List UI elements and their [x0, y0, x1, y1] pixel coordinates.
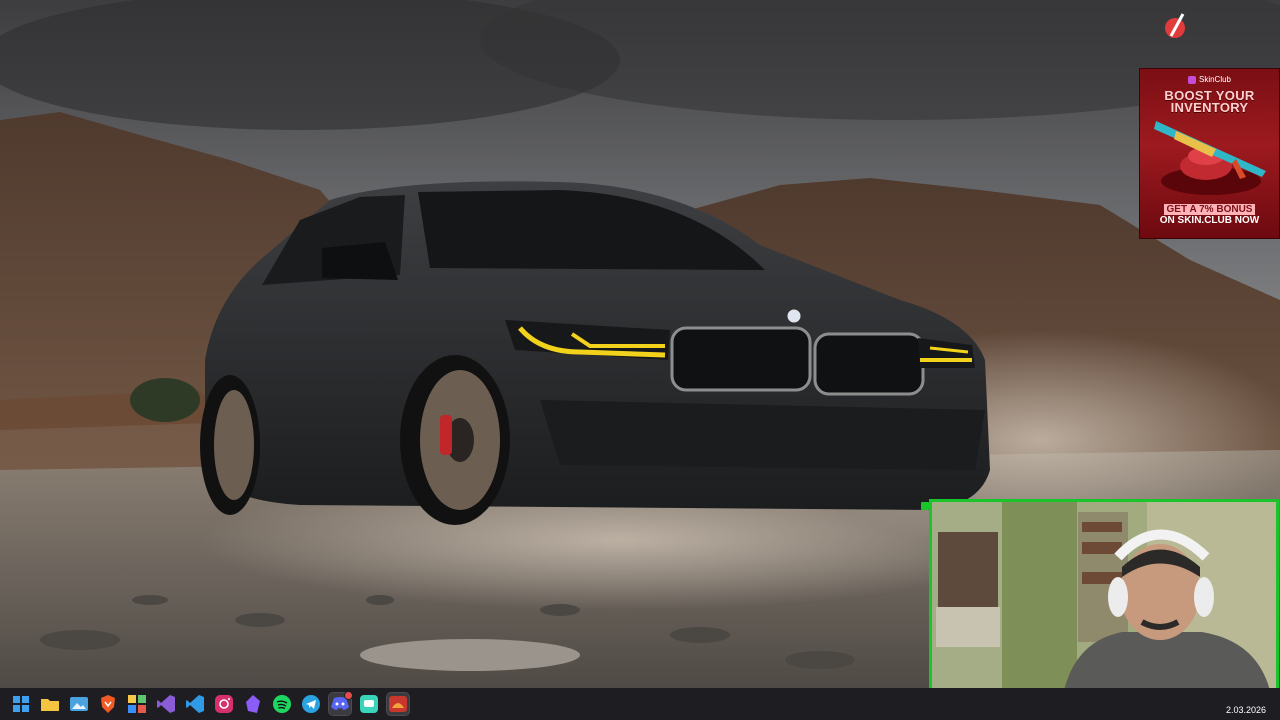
file-explorer-icon[interactable]: [39, 693, 61, 715]
telegram-icon[interactable]: [300, 693, 322, 715]
taskbar: 2.03.2026: [0, 688, 1280, 720]
ad-cta-line1: GET A 7% BONUS: [1163, 204, 1256, 215]
webcam-corner-marker: [921, 502, 929, 510]
code-editor-icon[interactable]: [126, 693, 148, 715]
brave-browser-icon[interactable]: [97, 693, 119, 715]
vscode-icon[interactable]: [184, 693, 206, 715]
obs-studio-icon[interactable]: [386, 692, 410, 716]
ad-cta-line2: ON SKIN.CLUB NOW: [1159, 215, 1260, 226]
ad-brand-name: SkinClub: [1198, 75, 1231, 84]
ad-brand: SkinClub: [1140, 75, 1279, 84]
visual-studio-icon[interactable]: [155, 693, 177, 715]
instagram-icon[interactable]: [213, 693, 235, 715]
start-icon[interactable]: [10, 693, 32, 715]
streamer-logo-icon: [1163, 12, 1189, 40]
obsidian-icon[interactable]: [242, 693, 264, 715]
taskbar-date[interactable]: 2.03.2026: [1226, 705, 1266, 715]
spotify-icon[interactable]: [271, 693, 293, 715]
photos-icon[interactable]: [68, 693, 90, 715]
discord-icon[interactable]: [328, 691, 353, 716]
ad-call-to-action: GET A 7% BONUS ON SKIN.CLUB NOW: [1140, 204, 1279, 226]
notification-badge: [344, 691, 353, 700]
rifle-skin-image: [1154, 121, 1266, 195]
skinclub-logo-icon: [1187, 75, 1196, 84]
skinclub-ad-banner[interactable]: SkinClub BOOST YOUR INVENTORY GET A 7% B…: [1139, 68, 1280, 239]
chat-app-icon[interactable]: [358, 693, 380, 715]
webcam-overlay: [929, 499, 1279, 703]
